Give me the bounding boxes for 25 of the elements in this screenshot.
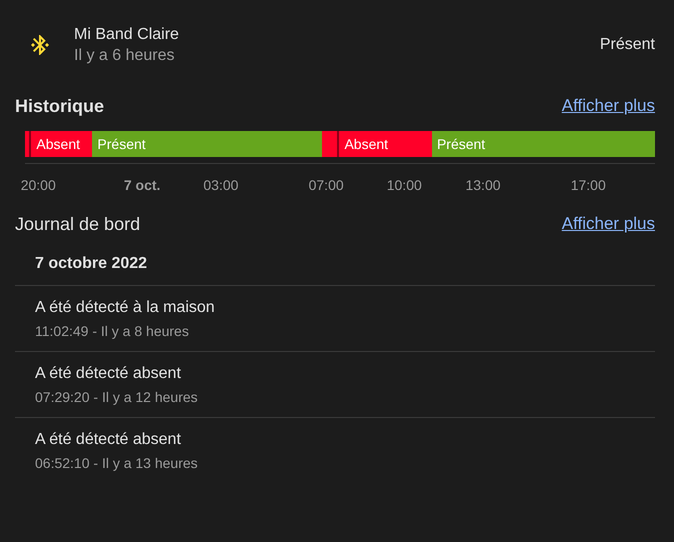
log-message: A été détecté à la maison — [35, 299, 216, 317]
axis-label: 13:00 — [465, 177, 501, 193]
show-more-link[interactable]: Afficher plus — [562, 96, 655, 116]
timeline-segment: Présent — [92, 131, 322, 157]
timeline-segment: Présent — [432, 131, 655, 157]
axis-label: 17:00 — [570, 177, 606, 193]
axis-label: 20:00 — [20, 177, 56, 193]
log-message: A été détecté absent — [35, 431, 182, 449]
axis-label: 7 oct. — [124, 177, 160, 193]
section-title: Historique — [15, 96, 104, 116]
axis-label: 03:00 — [203, 177, 238, 193]
log-time: 11:02:49 - Il y a 8 heures — [35, 323, 190, 339]
timeline-segment: Absent — [29, 131, 92, 157]
date-heading: 7 octobre 2022 — [15, 240, 655, 286]
timeline-segment: Absent — [337, 131, 432, 157]
section-title: Journal de bord — [15, 214, 140, 234]
show-more-link[interactable]: Afficher plus — [562, 214, 655, 234]
axis-label: 10:00 — [386, 177, 422, 193]
device-state: Présent — [600, 36, 655, 54]
log-time: 07:29:20 - Il y a 12 heures — [35, 389, 199, 405]
log-message: A été détecté absent — [35, 365, 182, 383]
last-changed: Il y a 6 heures — [74, 46, 176, 64]
log-time: 06:52:10 - Il y a 13 heures — [35, 455, 199, 471]
axis-label: 07:00 — [308, 177, 344, 193]
device-name: Mi Band Claire — [74, 26, 180, 44]
